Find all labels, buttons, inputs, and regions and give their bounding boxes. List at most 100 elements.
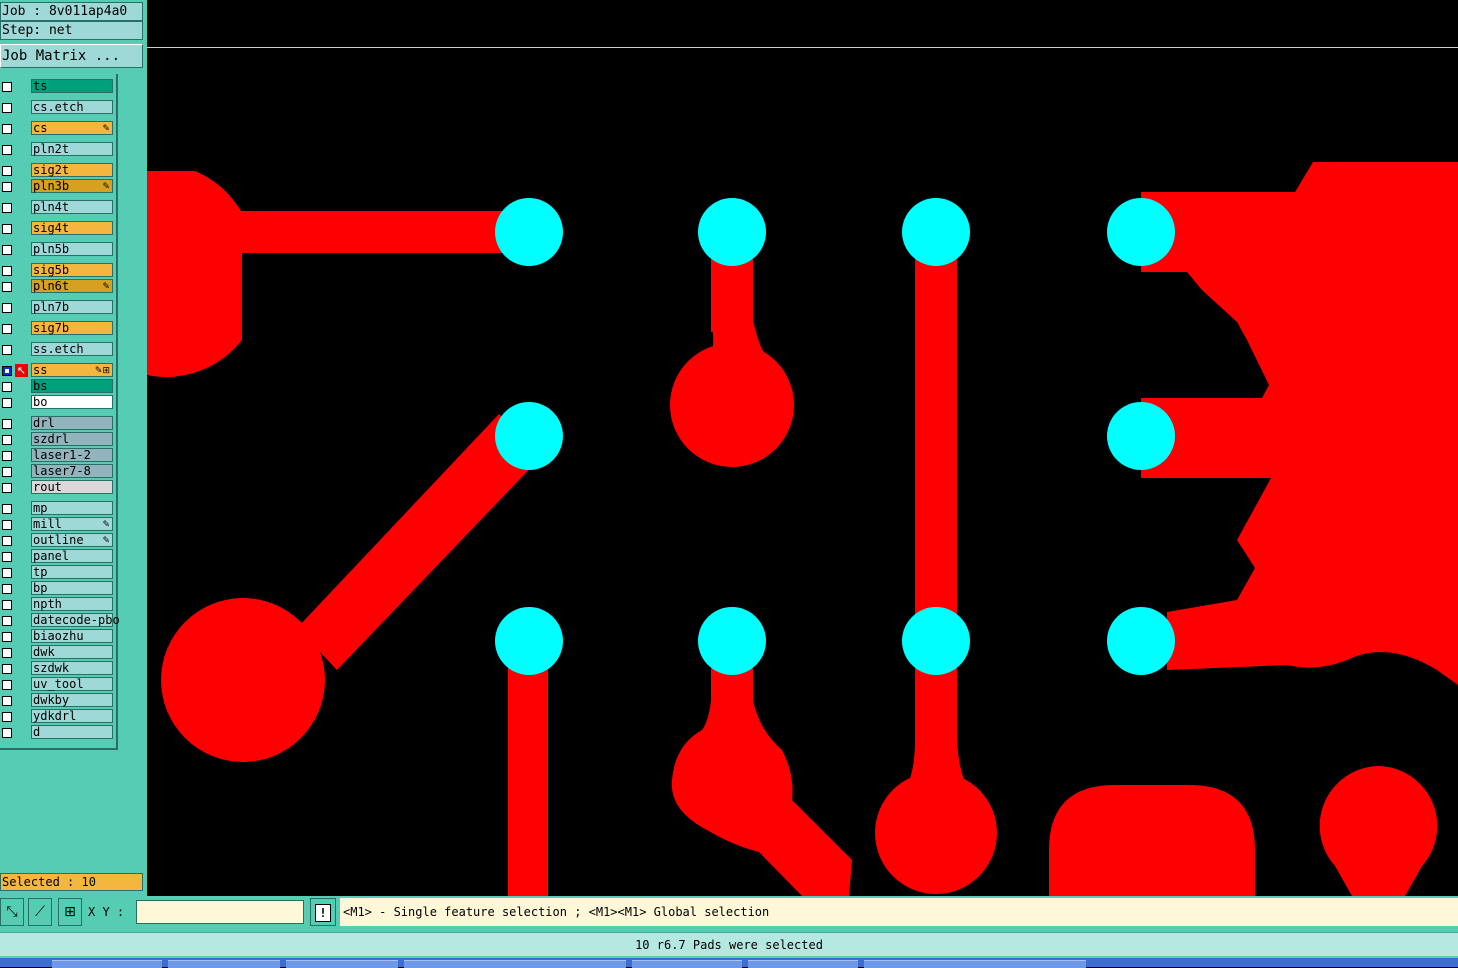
layer-name[interactable]: ss ✎⊞: [31, 363, 113, 377]
layer-row[interactable]: laser7-8: [0, 464, 118, 480]
layer-checkbox[interactable]: [2, 245, 12, 255]
layer-row[interactable]: dwk: [0, 645, 118, 661]
layer-row[interactable]: uv_tool: [0, 677, 118, 693]
layer-checkbox[interactable]: [2, 345, 12, 355]
layer-row[interactable]: sig7b: [0, 321, 118, 337]
layer-row[interactable]: rout: [0, 480, 118, 496]
job-matrix-button[interactable]: Job Matrix ...: [0, 44, 143, 68]
layer-checkbox[interactable]: [2, 366, 12, 376]
layer-name[interactable]: sig2t: [31, 163, 113, 177]
layer-checkbox[interactable]: [2, 467, 12, 477]
grid-snap-icon[interactable]: ⊞: [58, 898, 82, 926]
layer-checkbox[interactable]: [2, 145, 12, 155]
layer-checkbox[interactable]: [2, 382, 12, 392]
layer-row[interactable]: sig2t: [0, 163, 118, 179]
layer-name[interactable]: ss.etch: [31, 342, 113, 356]
layer-checkbox[interactable]: [2, 696, 12, 706]
layer-checkbox[interactable]: [2, 182, 12, 192]
layer-name[interactable]: drl: [31, 416, 113, 430]
layer-row[interactable]: ydkdrl: [0, 709, 118, 725]
layer-name[interactable]: pln4t: [31, 200, 113, 214]
layer-name[interactable]: cs.etch: [31, 100, 113, 114]
layer-name[interactable]: tp: [31, 565, 113, 579]
layer-row[interactable]: szdrl: [0, 432, 118, 448]
layer-checkbox[interactable]: [2, 282, 12, 292]
layer-row[interactable]: outline ✎: [0, 533, 118, 549]
layer-name[interactable]: outline ✎: [31, 533, 113, 547]
layer-name[interactable]: pln3b ✎: [31, 179, 113, 193]
layer-name[interactable]: d: [31, 725, 113, 739]
layer-name[interactable]: szdrl: [31, 432, 113, 446]
layer-name[interactable]: mill ✎: [31, 517, 113, 531]
layer-row[interactable]: mill ✎: [0, 517, 118, 533]
layer-row[interactable]: sig5b: [0, 263, 118, 279]
layer-checkbox[interactable]: [2, 203, 12, 213]
layer-row[interactable]: pln5b: [0, 242, 118, 258]
layer-name[interactable]: sig5b: [31, 263, 113, 277]
xy-input[interactable]: [136, 900, 304, 924]
layer-checkbox[interactable]: [2, 419, 12, 429]
layer-checkbox[interactable]: [2, 712, 12, 722]
layer-row[interactable]: sig4t: [0, 221, 118, 237]
layer-row[interactable]: bp: [0, 581, 118, 597]
graphics-canvas[interactable]: [147, 0, 1458, 896]
layer-name[interactable]: dwk: [31, 645, 113, 659]
layer-checkbox[interactable]: [2, 451, 12, 461]
layer-row[interactable]: pln3b ✎: [0, 179, 118, 195]
layer-name[interactable]: bo: [31, 395, 113, 409]
layer-name[interactable]: laser7-8: [31, 464, 113, 478]
layer-name[interactable]: szdwk: [31, 661, 113, 675]
layer-checkbox[interactable]: [2, 568, 12, 578]
layer-name[interactable]: datecode-pbo: [31, 613, 120, 627]
layer-row[interactable]: pln4t: [0, 200, 118, 216]
layer-checkbox[interactable]: [2, 536, 12, 546]
layer-checkbox[interactable]: [2, 616, 12, 626]
layer-checkbox[interactable]: [2, 504, 12, 514]
layer-row[interactable]: biaozhu: [0, 629, 118, 645]
layer-name[interactable]: biaozhu: [31, 629, 113, 643]
layer-name[interactable]: ts: [31, 79, 113, 93]
layer-row[interactable]: szdwk: [0, 661, 118, 677]
layer-name[interactable]: pln7b: [31, 300, 113, 314]
layer-row[interactable]: datecode-pbo: [0, 613, 120, 629]
layer-checkbox[interactable]: [2, 680, 12, 690]
layer-row[interactable]: pln7b: [0, 300, 118, 316]
layer-checkbox[interactable]: [2, 664, 12, 674]
layer-row[interactable]: cs.etch: [0, 100, 118, 116]
layer-checkbox[interactable]: [2, 398, 12, 408]
layer-name[interactable]: pln6t ✎: [31, 279, 113, 293]
layer-checkbox[interactable]: [2, 600, 12, 610]
layer-checkbox[interactable]: [2, 124, 12, 134]
layer-row[interactable]: cs ✎: [0, 121, 118, 137]
layer-row[interactable]: dwkby: [0, 693, 118, 709]
layer-checkbox[interactable]: [2, 728, 12, 738]
layer-checkbox[interactable]: [2, 520, 12, 530]
layer-row[interactable]: tp: [0, 565, 118, 581]
measure-icon[interactable]: ⟋: [28, 898, 52, 926]
layer-name[interactable]: rout: [31, 480, 113, 494]
layer-checkbox[interactable]: [2, 324, 12, 334]
layer-checkbox[interactable]: [2, 303, 12, 313]
alert-button[interactable]: !: [310, 898, 336, 926]
layer-row[interactable]: ↖ ss ✎⊞: [0, 363, 118, 379]
layer-name[interactable]: pln2t: [31, 142, 113, 156]
layer-row[interactable]: npth: [0, 597, 118, 613]
layer-name[interactable]: bp: [31, 581, 113, 595]
layer-checkbox[interactable]: [2, 166, 12, 176]
selected-pads[interactable]: [495, 198, 1175, 675]
layer-name[interactable]: uv_tool: [31, 677, 113, 691]
layer-name[interactable]: sig7b: [31, 321, 113, 335]
layer-row[interactable]: ts: [0, 79, 118, 95]
layer-row[interactable]: drl: [0, 416, 118, 432]
layer-row[interactable]: pln2t: [0, 142, 118, 158]
layer-checkbox[interactable]: [2, 552, 12, 562]
layer-name[interactable]: sig4t: [31, 221, 113, 235]
layer-row[interactable]: bo: [0, 395, 118, 411]
layer-row[interactable]: d: [0, 725, 118, 741]
layer-checkbox[interactable]: [2, 224, 12, 234]
layer-name[interactable]: cs ✎: [31, 121, 113, 135]
layer-name[interactable]: laser1-2: [31, 448, 113, 462]
layer-name[interactable]: mp: [31, 501, 113, 515]
layer-name[interactable]: panel: [31, 549, 113, 563]
pcb-view[interactable]: [147, 0, 1458, 896]
